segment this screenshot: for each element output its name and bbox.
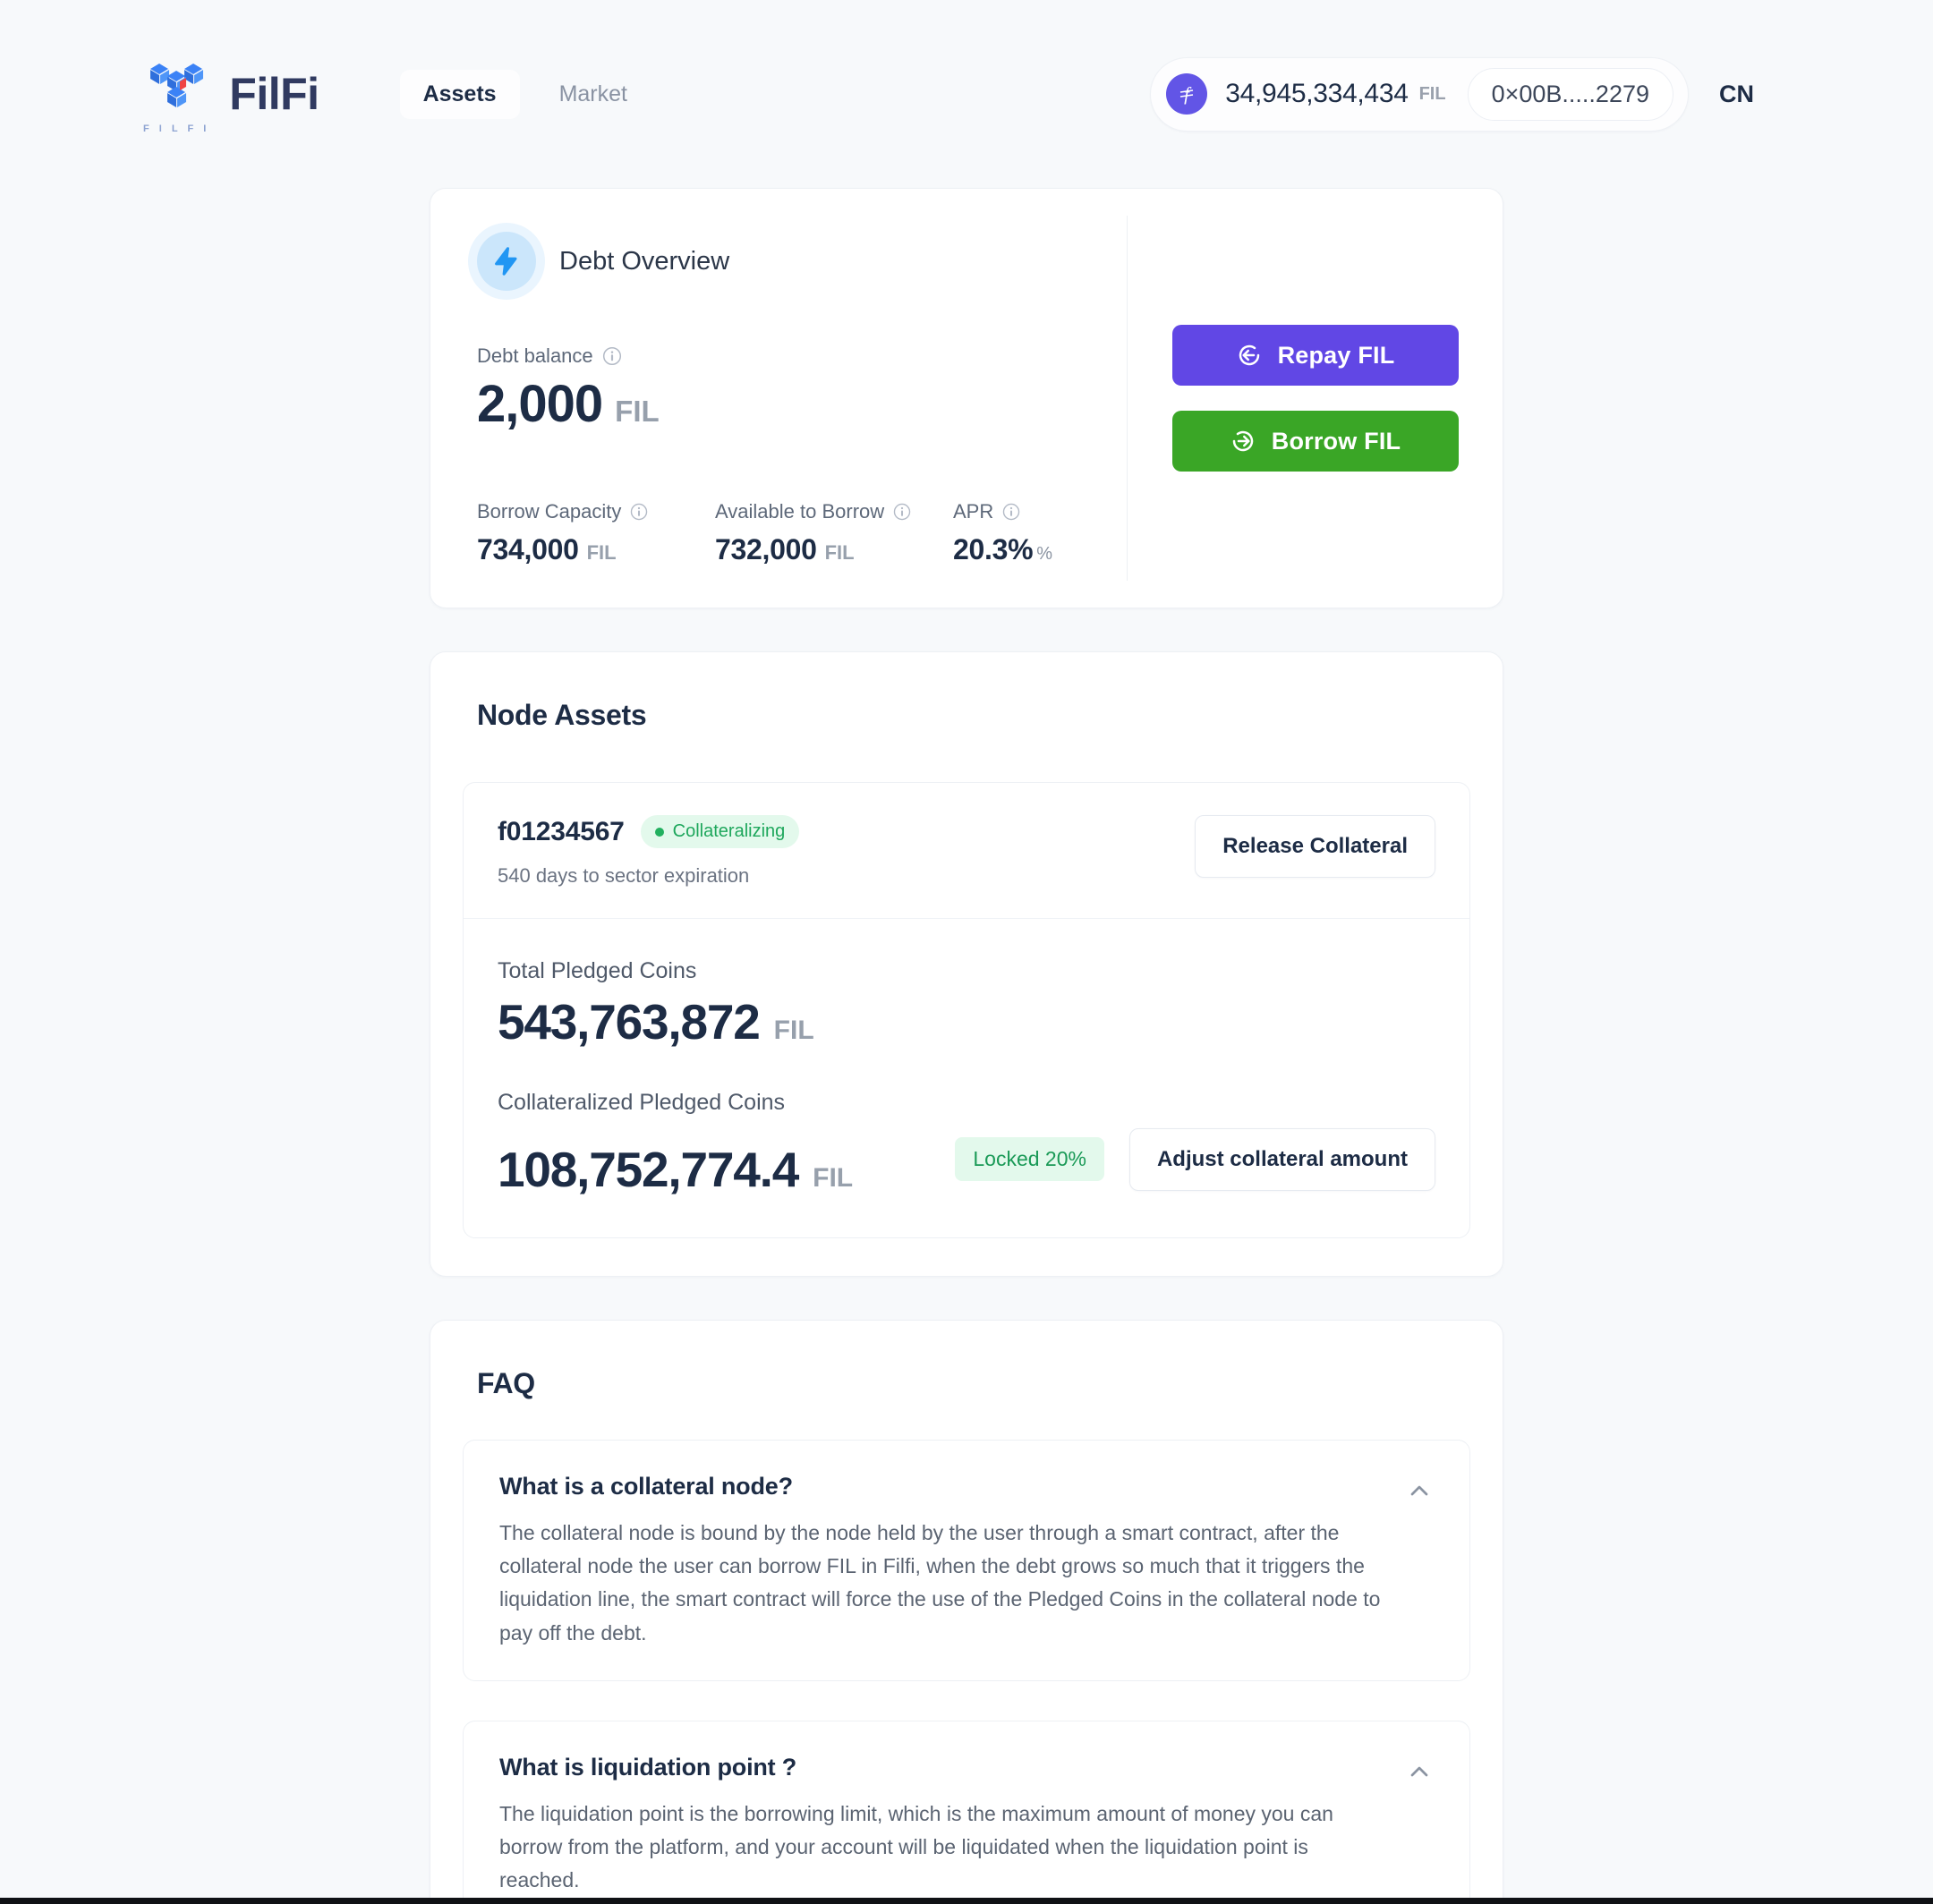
- metric-unit: FIL: [824, 541, 855, 564]
- debt-balance-unit: FIL: [615, 395, 660, 428]
- debt-metrics-row: Borrow Capacity 734,000 FIL Available to…: [477, 500, 1127, 566]
- repay-fil-button[interactable]: Repay FIL: [1171, 325, 1459, 386]
- arrow-right-circle-icon: [1232, 430, 1253, 452]
- info-icon[interactable]: [629, 502, 649, 522]
- total-pledged-label: Total Pledged Coins: [498, 958, 697, 983]
- wallet-balance-pill[interactable]: f 34,945,334,434 FIL 0×00B.....2279: [1150, 56, 1689, 132]
- collateralized-pledged-row: 108,752,774.4 FIL Locked 20% Adjust coll…: [498, 1127, 1435, 1197]
- faq-item[interactable]: What is a collateral node? The collatera…: [463, 1439, 1470, 1681]
- collateralized-pledged-block: Collateralized Pledged Coins 108,752,774…: [498, 1090, 1435, 1196]
- repay-fil-label: Repay FIL: [1277, 341, 1395, 369]
- chevron-up-icon[interactable]: [1405, 1757, 1434, 1786]
- node-assets-card: Node Assets f01234567 Collateralizing 54…: [430, 651, 1503, 1277]
- metric-unit: %: [1036, 544, 1053, 564]
- sector-expiration-text: 540 days to sector expiration: [498, 864, 750, 887]
- metric-value: 734,000: [477, 533, 579, 565]
- node-item-body: Total Pledged Coins 543,763,872 FIL Coll…: [464, 919, 1469, 1237]
- filecoin-icon: f: [1166, 73, 1208, 115]
- metric-available-to-borrow: Available to Borrow 732,000 FIL: [715, 500, 953, 566]
- faq-question: What is a collateral node?: [499, 1472, 793, 1500]
- app-page: F I L F I FilFi Assets Market f 34,945,3…: [0, 0, 1933, 1904]
- balance-unit: FIL: [1418, 83, 1446, 104]
- metric-label-row: Borrow Capacity: [477, 500, 715, 523]
- total-pledged-block: Total Pledged Coins 543,763,872 FIL: [498, 958, 1435, 1049]
- release-collateral-button[interactable]: Release Collateral: [1195, 815, 1435, 878]
- info-icon[interactable]: [1001, 502, 1021, 522]
- debt-overview-title: Debt Overview: [559, 246, 730, 276]
- node-item-header: f01234567 Collateralizing 540 days to se…: [464, 783, 1469, 919]
- debt-balance-label-row: Debt balance: [477, 344, 1127, 368]
- metric-apr: APR 20.3% %: [953, 500, 1052, 566]
- borrow-fil-label: Borrow FIL: [1271, 427, 1401, 455]
- app-header: F I L F I FilFi Assets Market f 34,945,3…: [0, 0, 1933, 188]
- metric-borrow-capacity: Borrow Capacity 734,000 FIL: [477, 500, 715, 566]
- adjust-collateral-button[interactable]: Adjust collateral amount: [1128, 1127, 1435, 1191]
- logo: F I L F I: [143, 55, 209, 134]
- metric-value: 20.3%: [953, 533, 1034, 565]
- metric-value-row: 732,000 FIL: [715, 533, 953, 566]
- nav-item-assets[interactable]: Assets: [399, 69, 520, 119]
- metric-label: Borrow Capacity: [477, 500, 622, 523]
- metric-value-row: 734,000 FIL: [477, 533, 715, 566]
- debt-overview-stats: Debt Overview Debt balance 2,000 FIL Bor…: [430, 189, 1127, 608]
- debt-balance-value: 2,000: [477, 375, 603, 433]
- metric-unit: FIL: [586, 541, 617, 564]
- metric-label: Available to Borrow: [715, 500, 885, 523]
- debt-overview-actions: Repay FIL Borrow FIL: [1127, 216, 1503, 581]
- svg-text:f: f: [1184, 83, 1192, 105]
- node-assets-title: Node Assets: [477, 699, 647, 731]
- total-pledged-unit: FIL: [773, 1016, 814, 1045]
- status-badge-label: Collateralizing: [672, 821, 786, 841]
- wallet-address-chip[interactable]: 0×00B.....2279: [1467, 67, 1673, 121]
- debt-overview-header: Debt Overview: [477, 232, 1127, 291]
- debt-balance-block: Debt balance 2,000 FIL: [477, 344, 1127, 430]
- info-icon[interactable]: [892, 502, 912, 522]
- info-icon[interactable]: [601, 345, 623, 367]
- collateralized-pledged-label: Collateralized Pledged Coins: [498, 1089, 786, 1115]
- faq-title: FAQ: [477, 1366, 535, 1399]
- logo-caption: F I L F I: [143, 123, 210, 134]
- debt-overview-card: Debt Overview Debt balance 2,000 FIL Bor…: [430, 188, 1503, 608]
- faq-item[interactable]: What is liquidation point ? The liquidat…: [463, 1720, 1470, 1904]
- nav-item-market[interactable]: Market: [536, 70, 651, 119]
- filfi-logo-icon: [150, 63, 204, 107]
- lightning-bolt-icon: [477, 232, 536, 291]
- brand[interactable]: F I L F I FilFi: [143, 55, 319, 134]
- metric-label-row: APR: [953, 500, 1052, 523]
- arrow-left-circle-icon: [1239, 344, 1259, 366]
- status-badge: Collateralizing: [640, 815, 800, 848]
- main-nav: Assets Market: [399, 69, 651, 119]
- collateralized-pledged-value: 108,752,774.4: [498, 1142, 799, 1197]
- locked-badge: Locked 20%: [955, 1137, 1104, 1182]
- footer-rule: [0, 1898, 1933, 1904]
- metric-value-row: 20.3% %: [953, 533, 1052, 566]
- main-content: Debt Overview Debt balance 2,000 FIL Bor…: [430, 188, 1503, 1904]
- node-id-row: f01234567 Collateralizing: [498, 815, 1195, 848]
- borrow-fil-button[interactable]: Borrow FIL: [1171, 411, 1459, 472]
- brand-name: FilFi: [229, 69, 319, 119]
- node-item: f01234567 Collateralizing 540 days to se…: [463, 782, 1470, 1238]
- faq-answer: The liquidation point is the borrowing l…: [499, 1801, 1333, 1892]
- node-id: f01234567: [498, 816, 625, 846]
- faq-question: What is liquidation point ?: [499, 1753, 797, 1781]
- header-right: f 34,945,334,434 FIL 0×00B.....2279 CN: [1150, 56, 1754, 132]
- metric-label: APR: [953, 500, 994, 523]
- faq-answer: The collateral node is bound by the node…: [499, 1520, 1381, 1645]
- language-toggle[interactable]: CN: [1719, 81, 1754, 108]
- collateralized-pledged-unit: FIL: [813, 1163, 854, 1193]
- debt-balance-value-row: 2,000 FIL: [477, 378, 1127, 430]
- status-dot-icon: [654, 827, 664, 837]
- balance-amount: 34,945,334,434: [1225, 79, 1409, 108]
- debt-balance-label: Debt balance: [477, 344, 593, 367]
- chevron-up-icon[interactable]: [1405, 1476, 1434, 1505]
- total-pledged-value: 543,763,872: [498, 994, 761, 1050]
- faq-card: FAQ What is a collateral node? The colla…: [430, 1319, 1503, 1904]
- metric-value: 732,000: [715, 533, 817, 565]
- metric-label-row: Available to Borrow: [715, 500, 953, 523]
- total-pledged-row: 543,763,872 FIL: [498, 994, 1435, 1050]
